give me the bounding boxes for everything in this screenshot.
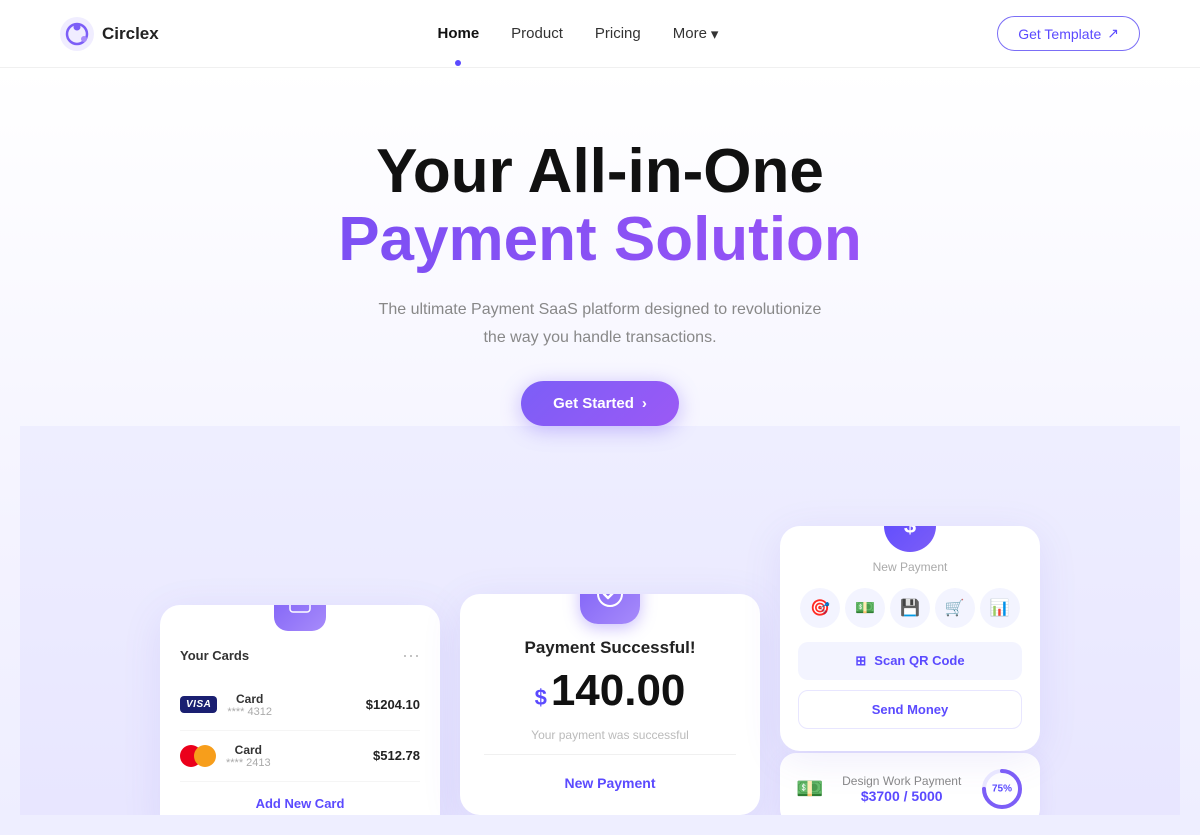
scan-qr-button[interactable]: ⊞ Scan QR Code: [798, 642, 1022, 680]
payment-success-panel: Payment Successful! $ 140.00 Your paymen…: [460, 594, 760, 815]
qr-icon: ⊞: [855, 653, 866, 669]
design-payment-info: Design Work Payment $3700 / 5000: [833, 774, 970, 804]
payment-icon-save[interactable]: 💾: [890, 588, 930, 628]
mc-card-row: Card **** 2413 $512.78: [180, 731, 420, 782]
more-options-icon[interactable]: ···: [402, 645, 420, 666]
payment-note: Your payment was successful: [484, 728, 736, 742]
payment-icon-chart[interactable]: 📊: [980, 588, 1020, 628]
check-badge: [580, 594, 640, 624]
card1-amount: $1204.10: [366, 697, 420, 712]
card2-amount: $512.78: [373, 748, 420, 763]
hero-subtitle: The ultimate Payment SaaS platform desig…: [20, 296, 1180, 350]
new-payment-button[interactable]: New Payment: [484, 767, 736, 795]
nav-pricing[interactable]: Pricing: [595, 25, 641, 42]
nav-more[interactable]: More ▾: [673, 25, 719, 43]
chevron-down-icon: ▾: [711, 25, 719, 43]
payment-icon-cash[interactable]: 💵: [845, 588, 885, 628]
arrow-right-icon: ›: [642, 395, 647, 412]
dollar-sign: $: [535, 685, 547, 711]
payment-icons-row: 🎯 💵 💾 🛒 📊: [798, 588, 1022, 628]
design-payment-title: Design Work Payment: [833, 774, 970, 788]
ui-cards-section: Your Cards ··· VISA Card **** 4312 $1204…: [20, 426, 1180, 815]
new-payment-label: New Payment: [798, 560, 1022, 574]
card2-type: Card: [226, 743, 271, 757]
your-cards-title: Your Cards: [180, 648, 249, 663]
progress-ring-container: 75%: [980, 767, 1024, 811]
divider: [484, 754, 736, 755]
logo-text: Circlex: [102, 24, 159, 44]
design-current-amount: $3700: [861, 788, 900, 804]
nav-home[interactable]: Home: [437, 25, 479, 42]
design-payment-amounts: $3700 / 5000: [833, 788, 970, 804]
nav-links: Home Product Pricing More ▾: [437, 25, 718, 43]
visa-logo: VISA: [180, 696, 217, 713]
check-icon: [596, 594, 624, 608]
amount-value: 140.00: [551, 666, 686, 716]
logo-icon: [60, 17, 94, 51]
mastercard-logo: [180, 745, 216, 767]
your-cards-panel: Your Cards ··· VISA Card **** 4312 $1204…: [160, 605, 440, 815]
dollar-icon: $: [904, 526, 916, 539]
card-icon-badge: [274, 605, 326, 631]
visa-card-row: VISA Card **** 4312 $1204.10: [180, 680, 420, 731]
design-payment-icon: 💵: [796, 776, 823, 802]
payment-icon-target[interactable]: 🎯: [800, 588, 840, 628]
payment-amount: $ 140.00: [484, 666, 736, 716]
get-template-button[interactable]: Get Template ↗: [997, 16, 1140, 51]
design-total-amount: 5000: [911, 788, 942, 804]
payment-success-title: Payment Successful!: [484, 638, 736, 658]
arrow-icon: ↗: [1107, 25, 1119, 42]
add-new-card-button[interactable]: Add New Card: [180, 782, 420, 815]
payment-icon-cart[interactable]: 🛒: [935, 588, 975, 628]
card2-number: **** 2413: [226, 757, 271, 769]
nav-product[interactable]: Product: [511, 25, 563, 42]
get-started-button[interactable]: Get Started ›: [521, 381, 679, 426]
new-payment-panel: $ New Payment 🎯 💵 💾 🛒 📊 ⊞ Scan QR Code: [780, 526, 1040, 751]
send-money-button[interactable]: Send Money: [798, 690, 1022, 729]
hero-title-line1: Your All-in-One: [20, 138, 1180, 206]
hero-title: Your All-in-One Payment Solution: [20, 138, 1180, 274]
hero-section: Your All-in-One Payment Solution The ult…: [0, 68, 1200, 835]
hero-title-line2: Payment Solution: [20, 206, 1180, 274]
credit-card-icon: [288, 605, 312, 617]
right-cards-wrapper: $ New Payment 🎯 💵 💾 🛒 📊 ⊞ Scan QR Code: [780, 486, 1040, 815]
navbar: Circlex Home Product Pricing More ▾ Get …: [0, 0, 1200, 68]
design-payment-panel: 💵 Design Work Payment $3700 / 5000 75%: [780, 753, 1040, 815]
card1-type: Card: [227, 692, 272, 706]
logo[interactable]: Circlex: [60, 17, 159, 51]
card1-number: **** 4312: [227, 706, 272, 718]
progress-text: 75%: [992, 783, 1012, 794]
